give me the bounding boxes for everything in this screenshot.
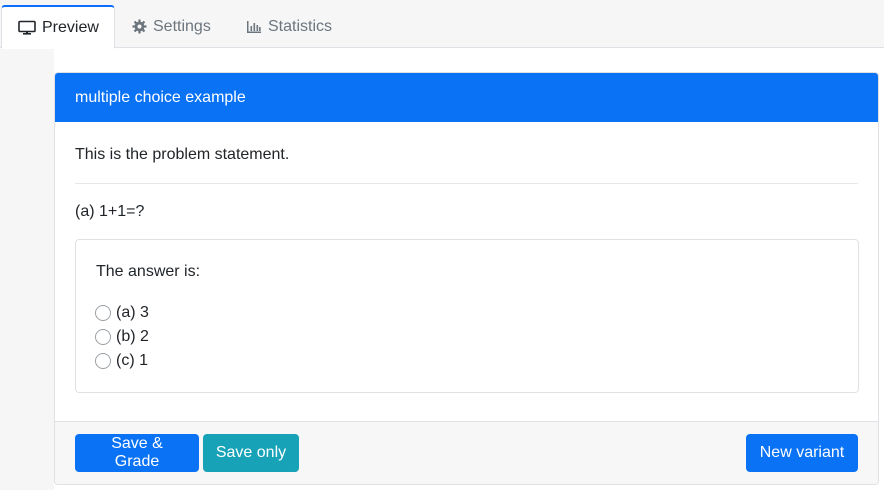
tab-settings[interactable]: Settings bbox=[116, 5, 227, 48]
divider bbox=[75, 183, 858, 184]
save-only-button[interactable]: Save only bbox=[203, 434, 299, 472]
monitor-icon bbox=[18, 20, 36, 36]
option-label: (c) 1 bbox=[116, 352, 148, 369]
tab-preview[interactable]: Preview bbox=[1, 5, 115, 49]
tab-label: Settings bbox=[153, 17, 211, 35]
answer-prompt: The answer is: bbox=[96, 263, 201, 280]
answer-box: The answer is: (a) 3 (b) 2 (c) 1 bbox=[75, 239, 859, 393]
radio-button[interactable] bbox=[95, 353, 111, 369]
tab-label: Statistics bbox=[268, 17, 333, 35]
radio-button[interactable] bbox=[95, 305, 111, 321]
answer-option-a[interactable]: (a) 3 bbox=[95, 304, 149, 322]
tab-label: Preview bbox=[42, 18, 99, 36]
tab-bar: Preview Settings Statistics bbox=[0, 0, 884, 49]
gear-icon bbox=[132, 19, 147, 34]
tab-statistics[interactable]: Statistics bbox=[230, 5, 348, 48]
answer-option-c[interactable]: (c) 1 bbox=[95, 352, 148, 370]
option-label: (b) 2 bbox=[116, 328, 149, 345]
question-text: (a) 1+1=? bbox=[75, 203, 145, 220]
question-card: multiple choice example This is the prob… bbox=[54, 72, 879, 485]
question-title: multiple choice example bbox=[75, 88, 246, 106]
problem-statement: This is the problem statement. bbox=[75, 146, 290, 163]
save-grade-button[interactable]: Save & Grade bbox=[75, 434, 199, 472]
option-label: (a) 3 bbox=[116, 304, 149, 321]
card-footer: Save & Grade Save only New variant bbox=[55, 421, 878, 484]
left-gutter bbox=[0, 49, 54, 490]
radio-button[interactable] bbox=[95, 329, 111, 345]
bar-chart-icon bbox=[246, 20, 262, 34]
card-header: multiple choice example bbox=[55, 73, 878, 122]
answer-option-b[interactable]: (b) 2 bbox=[95, 328, 149, 346]
new-variant-button[interactable]: New variant bbox=[746, 434, 858, 472]
